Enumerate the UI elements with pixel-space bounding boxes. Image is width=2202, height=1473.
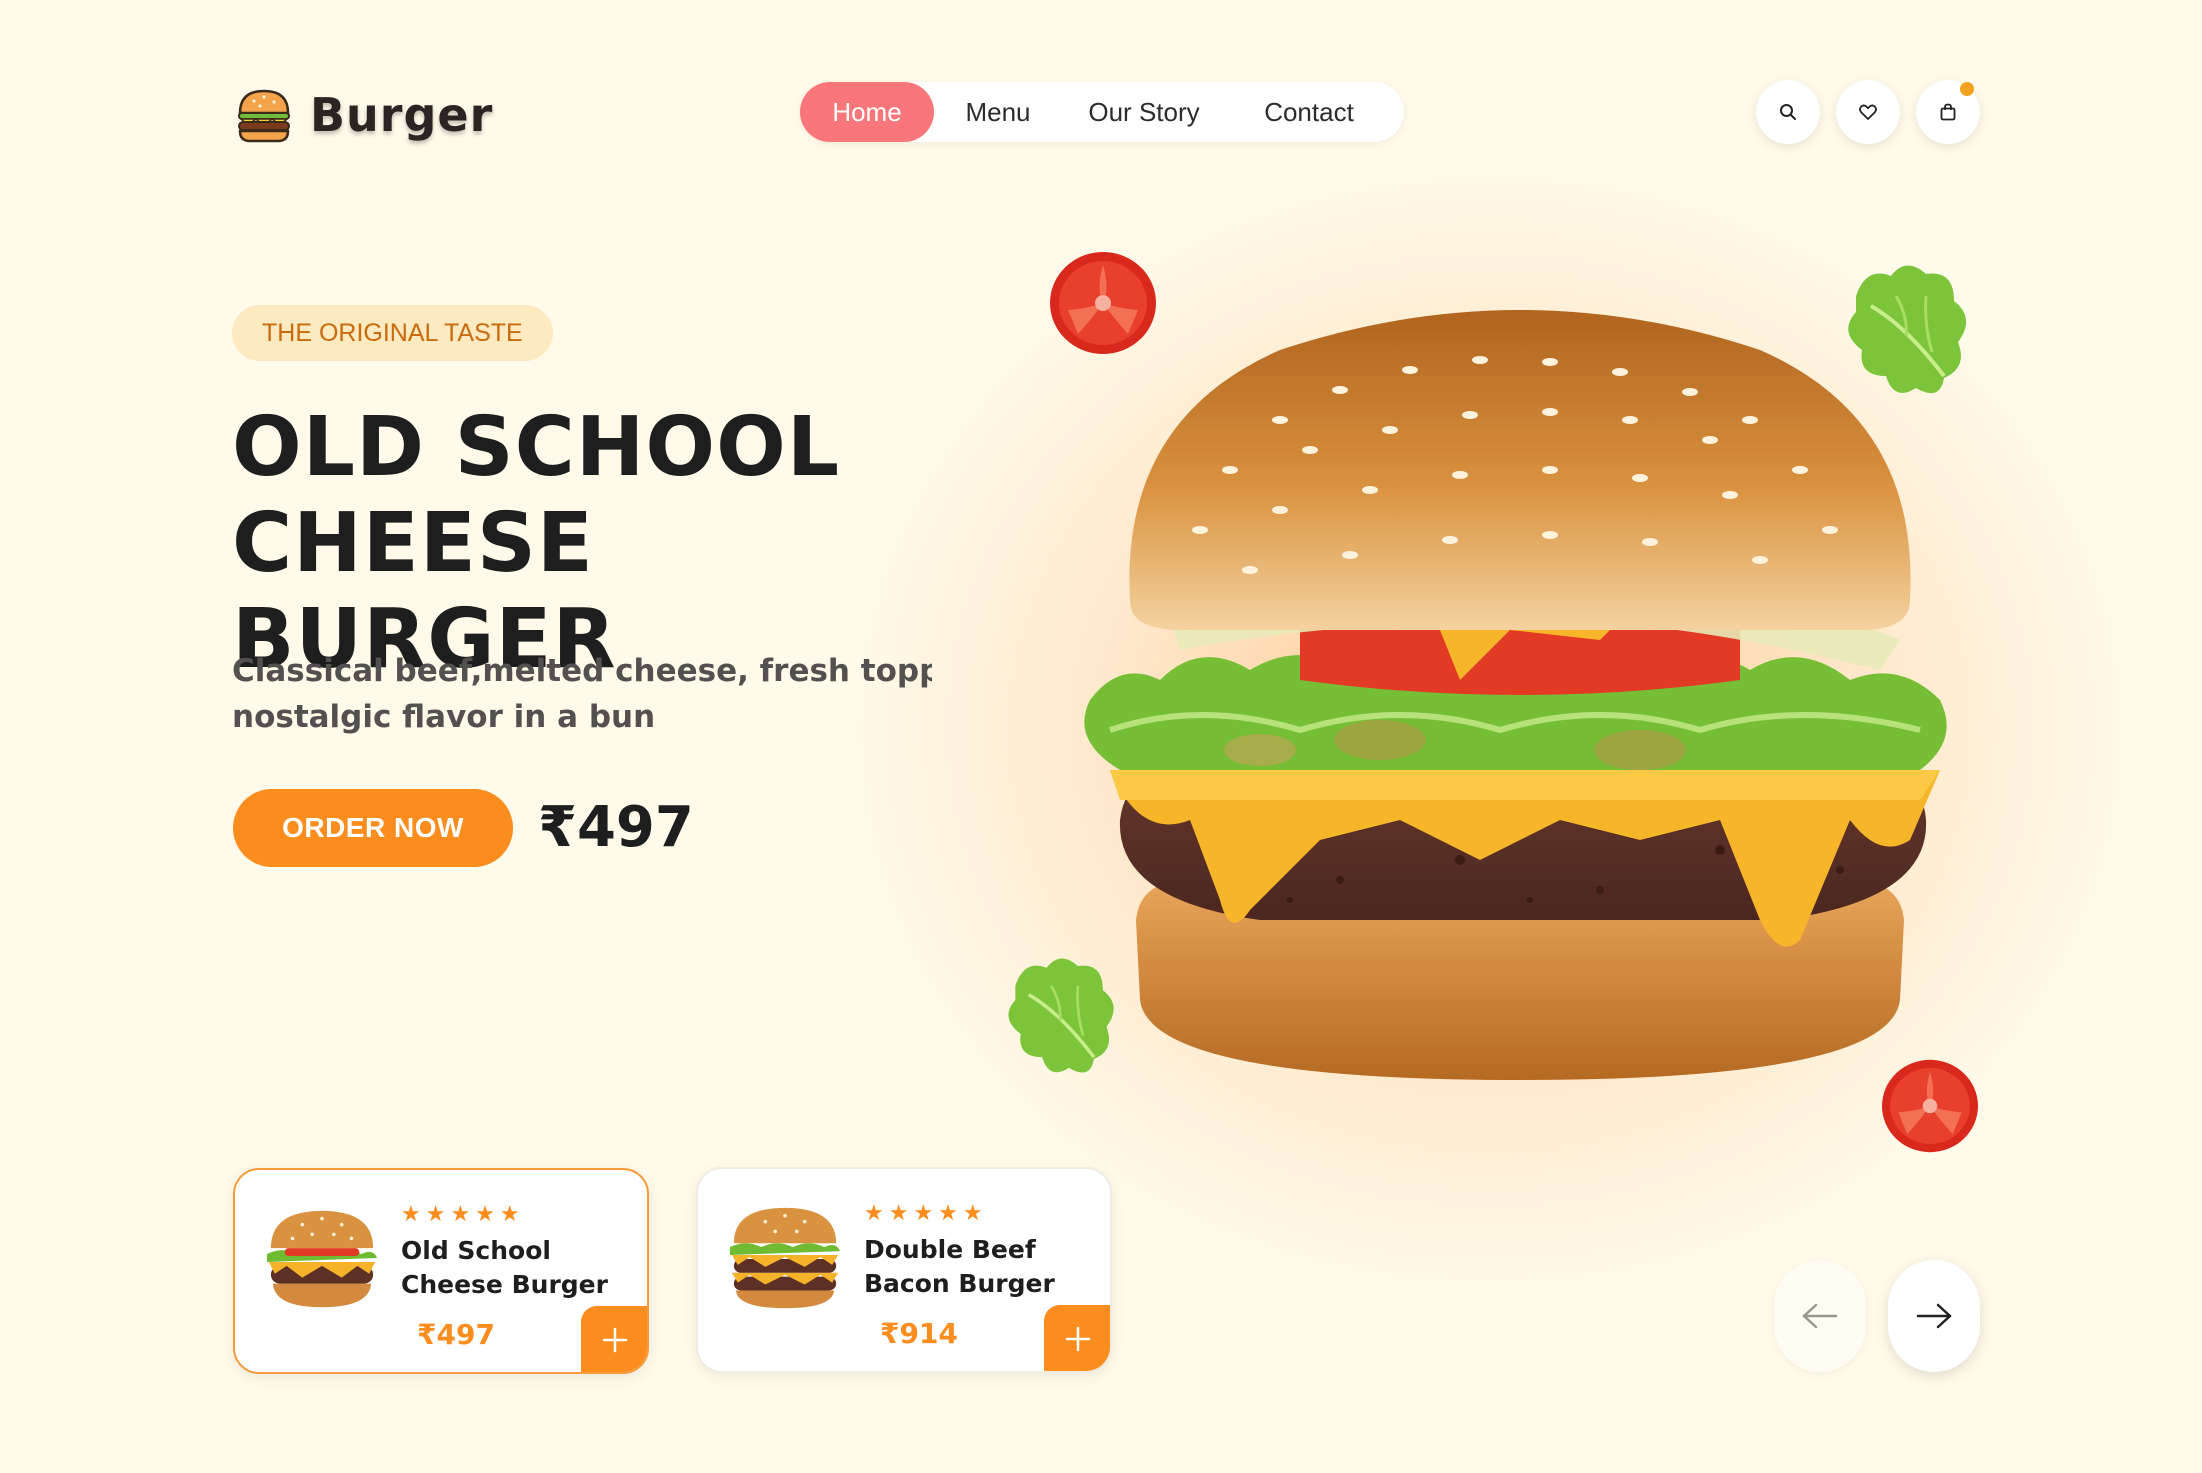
cart-button[interactable] <box>1916 80 1980 144</box>
product-name: Double Beef Bacon Burger <box>864 1233 1084 1301</box>
order-now-button[interactable]: ORDER NOW <box>233 789 513 867</box>
hero-description-line2: nostalgic flavor in a bun <box>232 699 656 735</box>
hero-tag: THE ORIGINAL TASTE <box>232 305 553 361</box>
carousel-next-button[interactable] <box>1888 1260 1980 1372</box>
product-name-line2: Bacon Burger <box>864 1269 1055 1298</box>
add-to-cart-button[interactable] <box>581 1306 647 1372</box>
hero-description: Classical beef,melted cheese, fresh topp… <box>232 648 932 740</box>
heart-icon <box>1859 104 1877 120</box>
nav-item-menu[interactable]: Menu <box>934 82 1062 142</box>
search-button[interactable] <box>1756 80 1820 144</box>
product-price: ₹497 <box>417 1318 495 1351</box>
arrow-left-icon <box>1802 1303 1838 1329</box>
product-name-line2: Cheese Burger <box>401 1270 608 1299</box>
cart-badge <box>1960 82 1974 96</box>
brand-name: Burger <box>310 88 494 142</box>
product-price: ₹914 <box>880 1317 958 1350</box>
hero-title: OLD SCHOOL CHEESE BURGER <box>232 400 952 688</box>
product-burger-image <box>729 1207 841 1309</box>
rating-stars: ★★★★★ <box>401 1202 525 1227</box>
product-name-line1: Old School <box>401 1236 551 1265</box>
hero-title-line1: OLD SCHOOL <box>232 400 841 495</box>
add-to-cart-button[interactable] <box>1044 1305 1110 1371</box>
product-burger-image <box>266 1210 378 1308</box>
nav-item-our-story[interactable]: Our Story <box>1062 82 1226 142</box>
hero-burger-image <box>1084 310 1947 1080</box>
search-icon <box>1780 104 1796 120</box>
rating-stars: ★★★★★ <box>864 1201 988 1226</box>
plus-icon <box>602 1327 628 1353</box>
shopping-bag-icon <box>1940 103 1956 121</box>
hero-price: ₹497 <box>538 795 694 860</box>
product-name-line1: Double Beef <box>864 1235 1036 1264</box>
carousel-prev-button[interactable] <box>1774 1260 1866 1372</box>
product-name: Old School Cheese Burger <box>401 1234 621 1302</box>
hero-description-line1: Classical beef,melted cheese, fresh topp… <box>232 653 932 689</box>
main-nav: Home Menu Our Story Contact <box>800 82 1404 142</box>
product-card[interactable]: ★★★★★ Double Beef Bacon Burger ₹914 <box>696 1167 1112 1373</box>
nav-item-home[interactable]: Home <box>800 82 934 142</box>
product-card[interactable]: ★★★★★ Old School Cheese Burger ₹497 <box>233 1168 649 1374</box>
plus-icon <box>1065 1326 1091 1352</box>
wishlist-button[interactable] <box>1836 80 1900 144</box>
arrow-right-icon <box>1916 1303 1952 1329</box>
burger-icon <box>238 89 290 143</box>
nav-item-contact[interactable]: Contact <box>1226 82 1392 142</box>
brand-logo[interactable]: Burger <box>234 82 493 148</box>
